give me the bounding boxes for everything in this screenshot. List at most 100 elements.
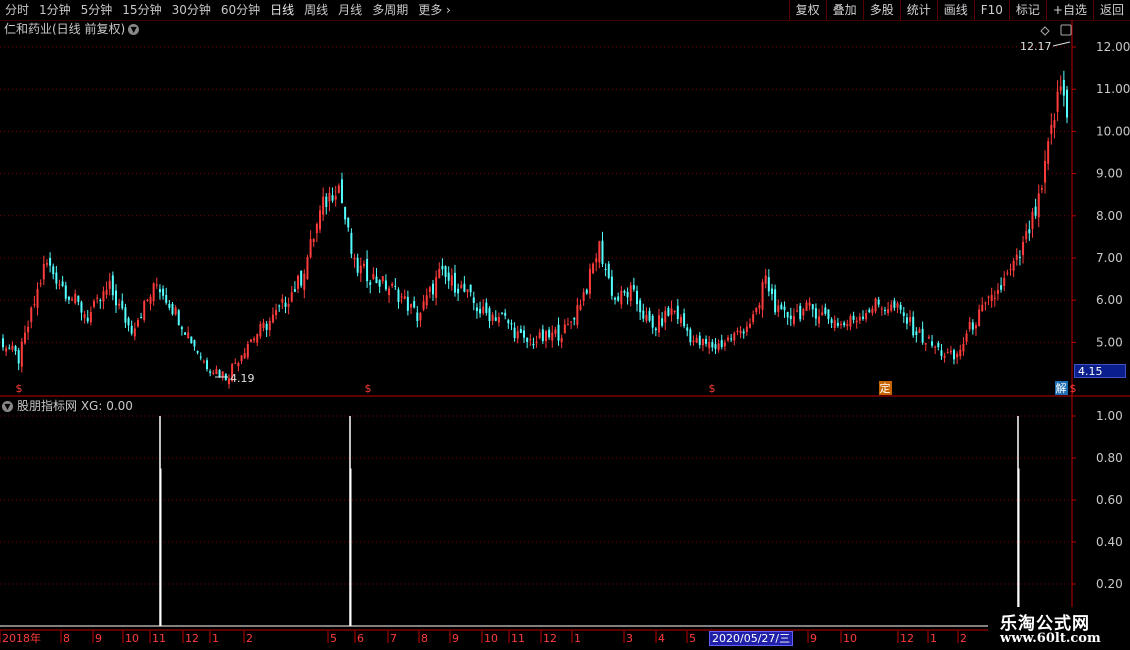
candle-body: [378, 280, 381, 287]
chevron-down-icon[interactable]: ▼: [2, 401, 13, 412]
candle-body: [563, 324, 566, 334]
candle-body: [607, 263, 610, 278]
signal-s-marker: $: [16, 382, 23, 395]
candle-body: [372, 273, 375, 280]
candle-body: [855, 320, 858, 323]
candle-body: [49, 258, 52, 266]
candle-body: [723, 342, 726, 347]
candle-body: [727, 337, 730, 341]
candle-body: [541, 329, 544, 342]
candle-body: [777, 305, 780, 312]
candle-body: [661, 318, 664, 326]
candle-body: [39, 283, 42, 285]
candle-body: [978, 309, 981, 327]
indicator-tick-label: 1.00: [1096, 409, 1123, 423]
candle-body: [369, 282, 372, 285]
diamond-icon: [1040, 26, 1050, 36]
candle-body: [1006, 272, 1009, 274]
candle-body: [221, 371, 224, 377]
indicator-title: 股朋指标网 XG: 0.00: [17, 399, 133, 413]
candle-body: [705, 339, 708, 344]
candle-body: [278, 305, 281, 307]
candle-body: [513, 327, 516, 338]
date-tick-label: 12: [900, 632, 914, 645]
candle-body: [196, 351, 199, 353]
candle-body: [77, 295, 80, 302]
candle-body: [1000, 285, 1003, 290]
date-tick-label: 1: [930, 632, 937, 645]
signal-s-marker: $: [1070, 382, 1077, 395]
candle-body: [1028, 229, 1031, 234]
watermark: 乐淘公式网 www.60lt.com: [988, 607, 1130, 650]
candle-body: [833, 320, 836, 329]
candle-body: [322, 196, 325, 215]
candle-body: [460, 284, 463, 289]
candle-body: [739, 330, 742, 334]
candle-body: [745, 326, 748, 333]
candle-body: [592, 263, 595, 274]
candle-body: [824, 307, 827, 314]
candle-body: [1059, 86, 1062, 91]
candle-body: [507, 320, 510, 324]
candle-body: [582, 292, 585, 301]
candle-body: [108, 280, 111, 289]
signal-jie-marker: 解: [1056, 381, 1067, 395]
candle-body: [585, 289, 588, 294]
candle-body: [234, 363, 237, 365]
candle-body: [146, 299, 149, 301]
candle-body: [435, 277, 438, 298]
candle-body: [614, 297, 617, 300]
candle-body: [494, 317, 497, 321]
candle-body: [764, 275, 767, 284]
candle-body: [259, 323, 262, 337]
candle-body: [74, 293, 77, 304]
candle-body: [965, 333, 968, 342]
candle-body: [742, 331, 745, 334]
candle-body: [912, 316, 915, 336]
candle-body: [510, 323, 513, 325]
candle-body: [482, 306, 485, 314]
candle-body: [758, 305, 761, 309]
candle-body: [902, 312, 905, 316]
candle-body: [466, 289, 469, 292]
candle-body: [356, 257, 359, 273]
candle-body: [874, 298, 877, 312]
indicator-tick-label: 0.20: [1096, 577, 1123, 591]
candle-body: [673, 310, 676, 312]
candle-body: [193, 340, 196, 347]
indicator-title-bar[interactable]: ▼ 股朋指标网 XG: 0.00: [2, 399, 133, 413]
candle-body: [140, 316, 143, 318]
candle-body: [268, 320, 271, 331]
candle-body: [915, 331, 918, 336]
date-tick-label: 8: [63, 632, 70, 645]
candle-body: [45, 263, 48, 265]
candle-body: [642, 310, 645, 319]
price-tick-label: 8.00: [1096, 209, 1123, 223]
candle-body: [570, 321, 573, 323]
date-cursor-label: 2020/05/27/三: [709, 631, 794, 646]
price-tick-label: 10.00: [1096, 124, 1130, 138]
candle-body: [893, 300, 896, 308]
candle-body: [300, 270, 303, 286]
candle-body: [956, 353, 959, 358]
candle-body: [297, 275, 300, 289]
high-arrow: [1052, 41, 1071, 47]
candle-body: [350, 232, 353, 254]
candle-body: [698, 335, 701, 345]
candle-body: [701, 338, 704, 346]
candle-body: [871, 308, 874, 313]
candle-body: [623, 290, 626, 293]
candle-body: [218, 370, 221, 377]
candle-body: [858, 316, 861, 321]
kline-chart[interactable]: 12.0011.0010.009.008.007.006.005.0012.17…: [0, 0, 1130, 650]
candle-body: [924, 343, 927, 345]
candle-body: [940, 350, 943, 356]
candle-body: [811, 304, 814, 310]
candle-body: [1044, 160, 1047, 183]
candle-body: [347, 217, 350, 228]
candle-body: [187, 332, 190, 339]
candle-body: [1053, 120, 1056, 128]
candle-body: [133, 328, 136, 337]
candle-body: [243, 353, 246, 359]
candle-body: [58, 284, 61, 286]
